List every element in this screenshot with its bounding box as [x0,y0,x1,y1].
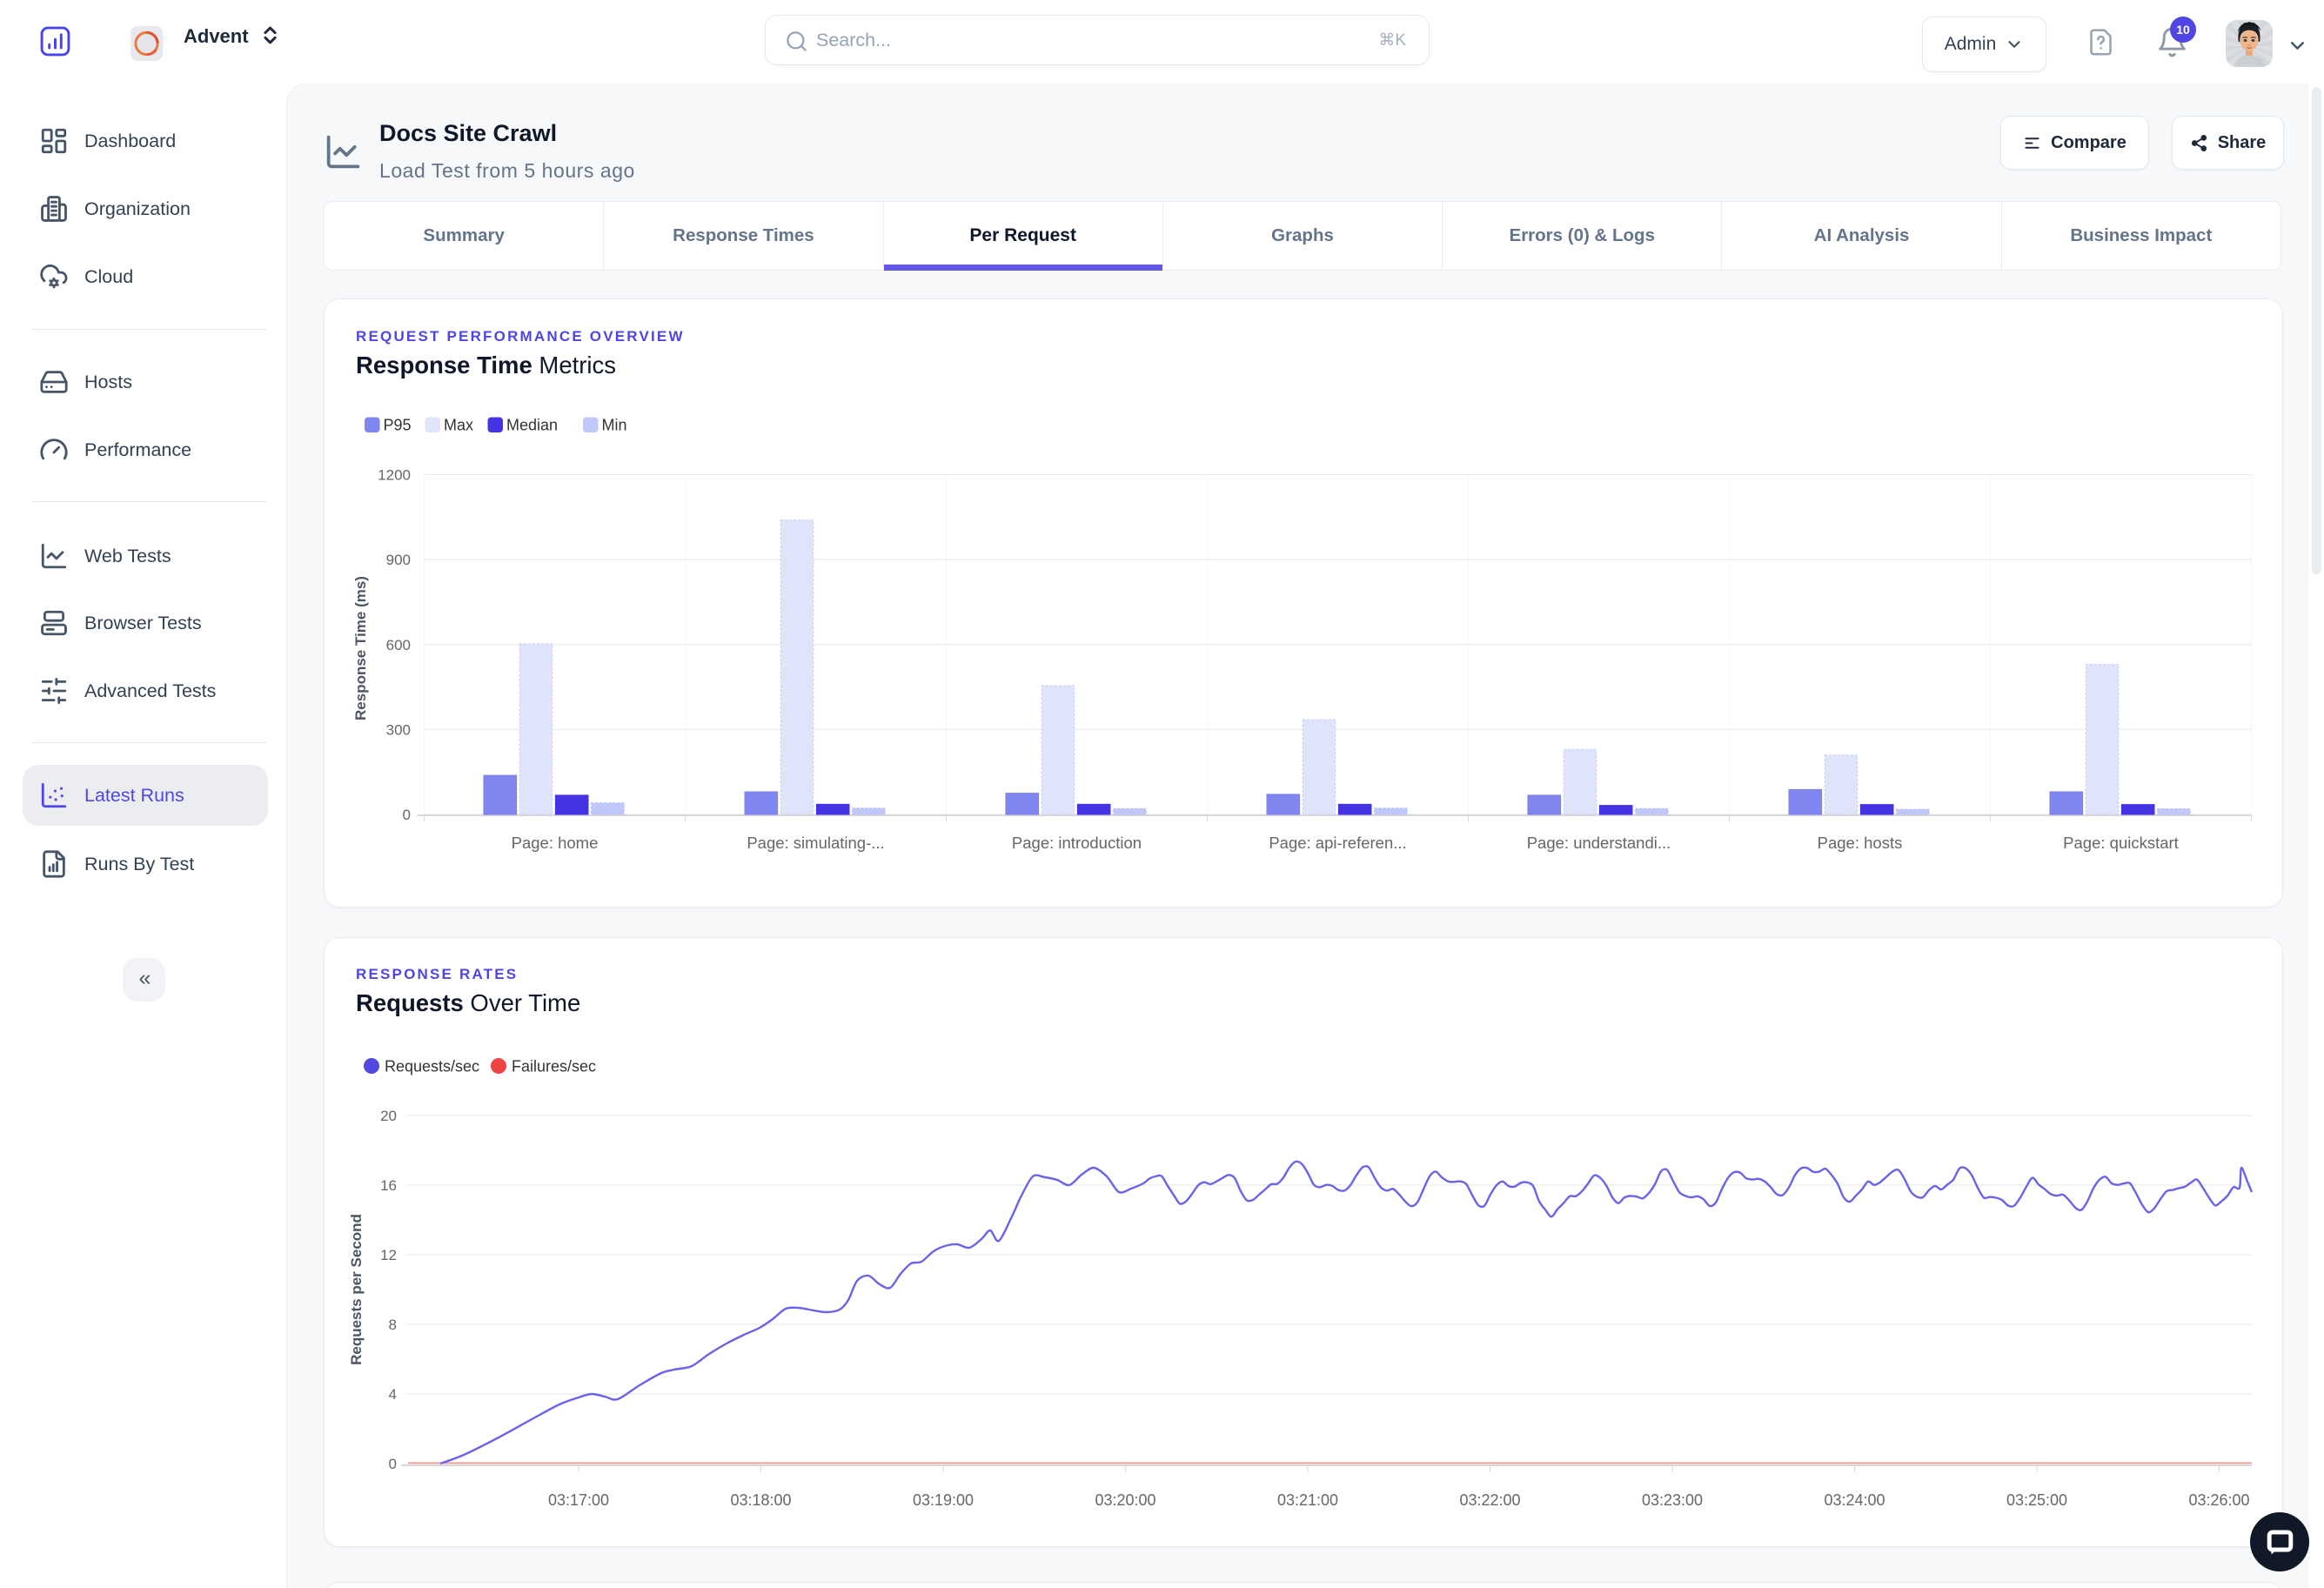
svg-text:03:17:00: 03:17:00 [548,1491,609,1509]
svg-text:16: 16 [380,1177,397,1194]
svg-text:Requests per Second: Requests per Second [348,1214,365,1365]
svg-text:900: 900 [386,552,411,568]
svg-text:4: 4 [389,1386,397,1403]
svg-text:Page: understandi...: Page: understandi... [1527,834,1671,852]
svg-text:Failures/sec: Failures/sec [512,1058,596,1075]
svg-text:Max: Max [444,417,473,434]
svg-text:600: 600 [386,637,411,653]
svg-text:12: 12 [380,1247,397,1263]
svg-text:Page: simulating-...: Page: simulating-... [747,834,884,852]
svg-text:0: 0 [389,1456,397,1472]
svg-text:0: 0 [403,807,411,823]
svg-text:Page: introduction: Page: introduction [1012,834,1142,852]
svg-text:Page: quickstart: Page: quickstart [2063,834,2179,852]
svg-text:03:23:00: 03:23:00 [1642,1491,1703,1509]
svg-text:Page: hosts: Page: hosts [1818,834,1903,852]
svg-text:03:25:00: 03:25:00 [2006,1491,2067,1509]
svg-text:Median: Median [506,417,558,434]
svg-text:1200: 1200 [378,467,411,484]
svg-text:Requests/sec: Requests/sec [385,1058,479,1075]
svg-text:20: 20 [380,1108,397,1124]
svg-text:8: 8 [389,1317,397,1333]
svg-text:03:21:00: 03:21:00 [1277,1491,1338,1509]
svg-text:03:22:00: 03:22:00 [1459,1491,1520,1509]
svg-text:300: 300 [386,721,411,738]
svg-text:03:20:00: 03:20:00 [1095,1491,1155,1509]
svg-text:03:24:00: 03:24:00 [1824,1491,1885,1509]
svg-text:03:18:00: 03:18:00 [730,1491,791,1509]
svg-text:03:26:00: 03:26:00 [2188,1491,2249,1509]
svg-text:03:19:00: 03:19:00 [913,1491,974,1509]
svg-text:Page: home: Page: home [512,834,599,852]
svg-text:Response Time (ms): Response Time (ms) [352,576,369,720]
svg-text:P95: P95 [384,417,412,434]
svg-text:Page: api-referen...: Page: api-referen... [1269,834,1406,852]
svg-text:Min: Min [602,417,627,434]
